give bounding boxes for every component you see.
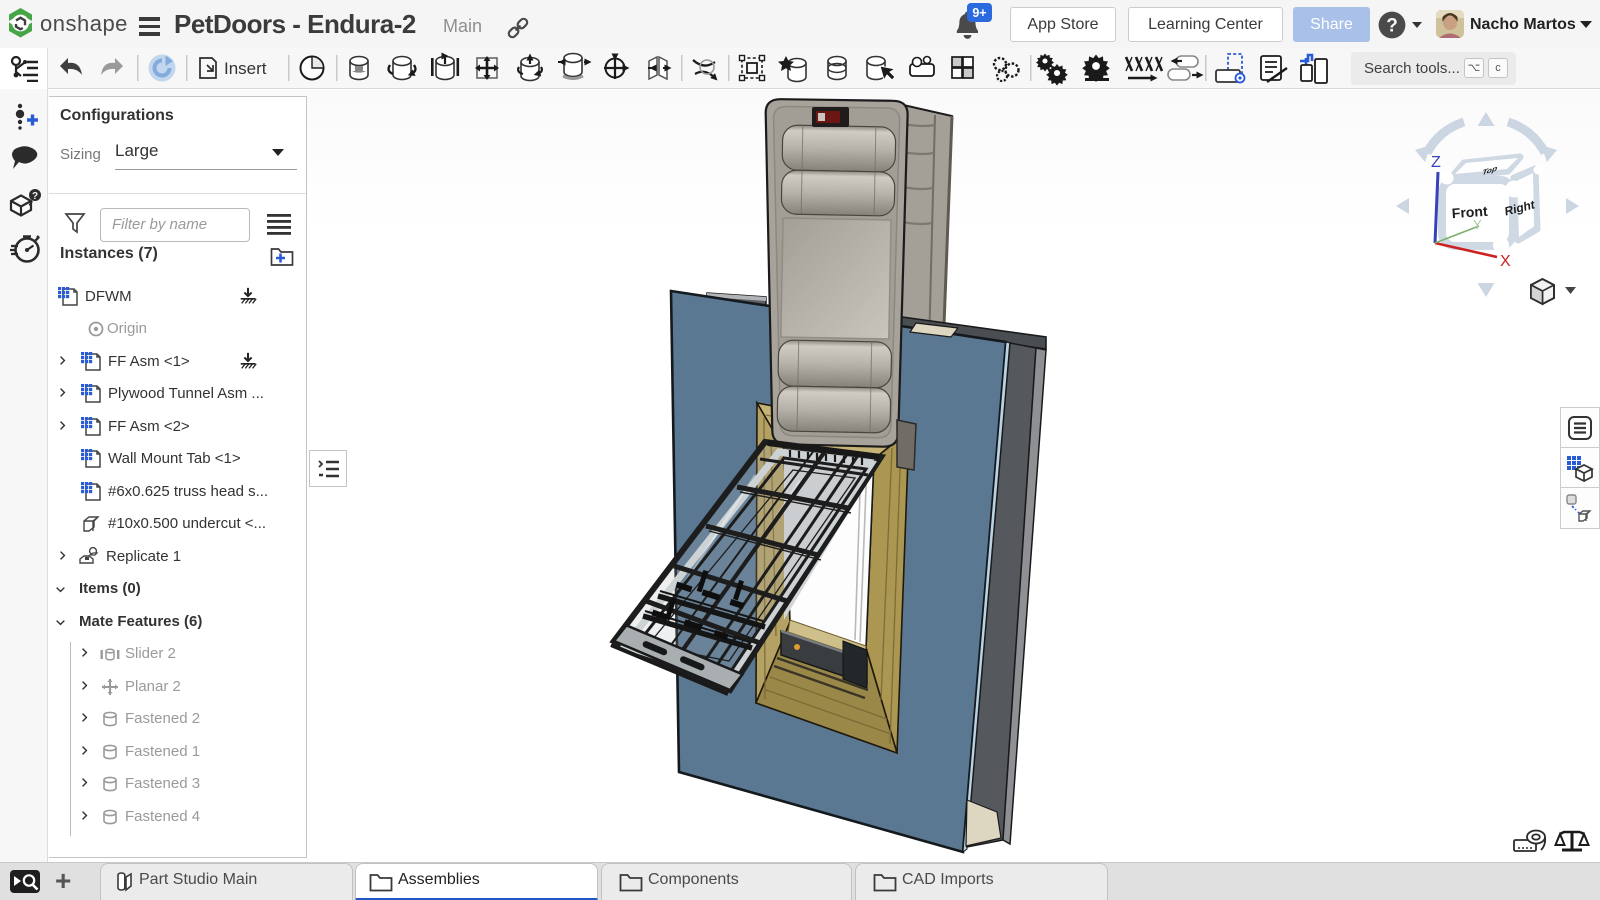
svg-text:9+: 9+ [972, 6, 986, 20]
svg-text:?: ? [32, 191, 38, 202]
svg-text:Front: Front [1451, 203, 1488, 221]
svg-text:Z: Z [1431, 154, 1441, 171]
svg-text:X: X [1500, 253, 1511, 270]
svg-text:?: ? [1386, 16, 1398, 37]
svg-text:Insert: Insert [224, 59, 267, 78]
svg-text:Y: Y [1473, 217, 1482, 232]
